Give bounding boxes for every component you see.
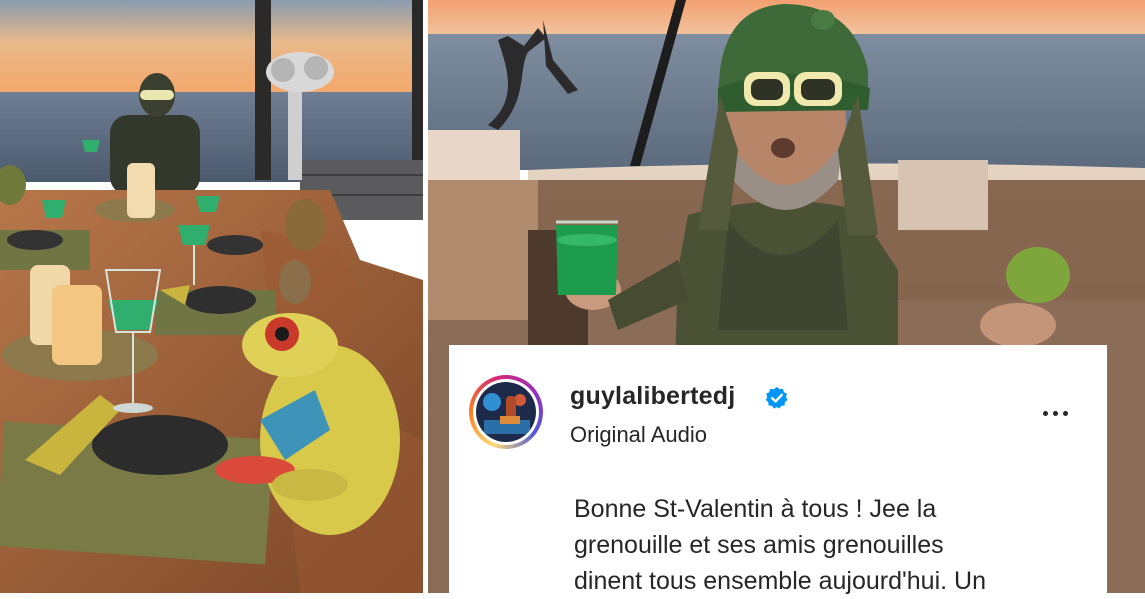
left-photo-dinner-table (0, 0, 423, 593)
post-caption: Bonne St-Valentin à tous ! Jee la grenou… (574, 491, 1074, 599)
avatar[interactable] (469, 375, 543, 449)
original-audio-link[interactable]: Original Audio (570, 422, 707, 448)
username[interactable]: guylalibertedj (570, 382, 735, 411)
caption-line: dinent tous ensemble aujourd'hui. Un (574, 567, 986, 595)
verified-badge-icon (765, 386, 789, 410)
caption-line: Bonne St-Valentin à tous ! Jee la (574, 495, 937, 523)
more-options-icon[interactable] (1035, 399, 1075, 427)
avatar-image (476, 382, 536, 442)
post-caption-card: guylalibertedj Original Audio Bonne St-V… (449, 345, 1107, 595)
caption-line: grenouille et ses amis grenouilles (574, 531, 944, 559)
